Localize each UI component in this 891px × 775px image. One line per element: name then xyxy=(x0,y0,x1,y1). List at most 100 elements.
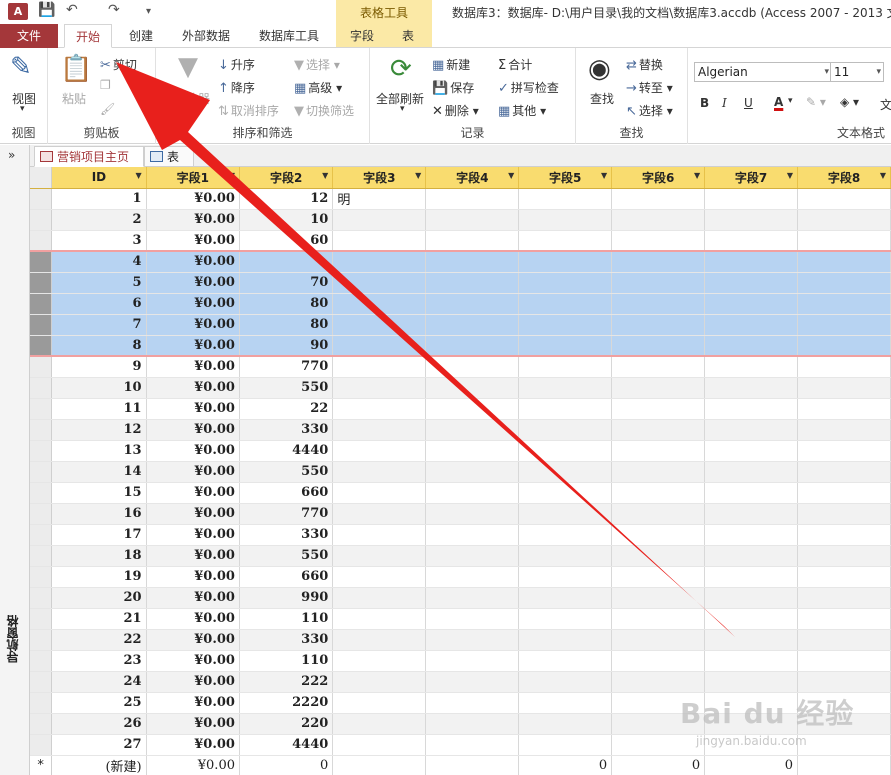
table-cell[interactable]: 2 xyxy=(51,209,147,231)
table-cell[interactable] xyxy=(425,545,520,567)
table-cell[interactable] xyxy=(704,335,799,357)
table-cell[interactable]: ¥0.00 xyxy=(146,272,240,294)
table-row[interactable]: 17 ¥0.00 330 xyxy=(30,524,891,546)
table-cell[interactable] xyxy=(518,398,613,420)
table-cell[interactable] xyxy=(332,755,427,775)
table-cell[interactable]: ¥0.00 xyxy=(146,692,240,714)
table-cell[interactable] xyxy=(611,272,706,294)
row-selector[interactable] xyxy=(30,461,53,483)
table-cell[interactable]: 60 xyxy=(239,230,334,252)
table-row[interactable]: 5 ¥0.00 70 xyxy=(30,272,891,294)
tab-file[interactable]: 文件 xyxy=(0,24,58,48)
font-size-select[interactable]: 11 ▾ xyxy=(830,62,884,82)
table-cell[interactable] xyxy=(797,335,891,357)
table-cell[interactable] xyxy=(611,377,706,399)
table-cell[interactable] xyxy=(797,524,891,546)
table-cell[interactable] xyxy=(518,440,613,462)
table-cell[interactable] xyxy=(797,587,891,609)
table-cell[interactable]: 1 xyxy=(51,188,147,210)
table-cell[interactable] xyxy=(425,440,520,462)
table-row[interactable]: 18 ¥0.00 550 xyxy=(30,545,891,567)
table-cell[interactable]: ¥0.00 xyxy=(146,608,240,630)
table-cell[interactable]: 2220 xyxy=(239,692,334,714)
table-cell[interactable]: 990 xyxy=(239,587,334,609)
nav-pane-label[interactable]: 导航窗格 xyxy=(4,615,28,663)
select-button[interactable]: ↖ 选择 ▾ xyxy=(626,102,673,119)
row-selector[interactable] xyxy=(30,440,53,462)
table-row[interactable]: 3 ¥0.00 60 xyxy=(30,230,891,252)
table-cell[interactable] xyxy=(704,356,799,378)
table-cell[interactable]: 5 xyxy=(51,272,147,294)
table-cell[interactable]: ¥0.00 xyxy=(146,398,240,420)
table-cell[interactable] xyxy=(425,419,520,441)
table-cell[interactable] xyxy=(518,461,613,483)
format-painter-icon[interactable]: 🖌 xyxy=(100,102,115,116)
more-button[interactable]: ▦ 其他 ▾ xyxy=(498,102,546,119)
table-cell[interactable] xyxy=(332,545,427,567)
table-cell[interactable]: 15 xyxy=(51,482,147,504)
chevron-down-icon[interactable]: ▾ xyxy=(788,96,793,106)
table-cell[interactable]: ¥0.00 xyxy=(146,314,240,336)
table-cell[interactable] xyxy=(611,566,706,588)
table-cell[interactable] xyxy=(704,230,799,252)
table-cell[interactable] xyxy=(518,524,613,546)
font-family-select[interactable]: Algerian ▾ xyxy=(694,62,832,82)
table-cell[interactable] xyxy=(611,545,706,567)
table-cell[interactable] xyxy=(518,650,613,672)
row-selector[interactable] xyxy=(30,608,53,630)
table-cell[interactable] xyxy=(332,250,427,273)
table-cell[interactable] xyxy=(425,272,520,294)
table-cell[interactable]: 14 xyxy=(51,461,147,483)
customize-toolbar-icon[interactable]: ▾ xyxy=(146,6,151,17)
table-cell[interactable] xyxy=(425,566,520,588)
table-row[interactable]: 12 ¥0.00 330 xyxy=(30,419,891,441)
table-row[interactable]: 24 ¥0.00 222 xyxy=(30,671,891,693)
table-cell[interactable] xyxy=(332,335,427,357)
table-cell[interactable]: 222 xyxy=(239,671,334,693)
table-cell[interactable] xyxy=(797,272,891,294)
table-cell[interactable]: 660 xyxy=(239,566,334,588)
column-dropdown-icon[interactable]: ▼ xyxy=(787,171,793,180)
table-cell[interactable] xyxy=(425,314,520,336)
tab-external-data[interactable]: 外部数据 xyxy=(172,24,240,48)
table-cell[interactable]: ¥0.00 xyxy=(146,482,240,504)
totals-button[interactable]: Σ 合计 xyxy=(498,56,532,73)
table-cell[interactable]: 22 xyxy=(51,629,147,651)
table-cell[interactable] xyxy=(332,419,427,441)
row-selector[interactable] xyxy=(30,209,53,231)
table-cell[interactable] xyxy=(704,314,799,336)
table-cell[interactable] xyxy=(518,503,613,525)
spelling-button[interactable]: ✓ 拼写检查 xyxy=(498,79,559,96)
table-cell[interactable] xyxy=(797,608,891,630)
row-selector[interactable] xyxy=(30,272,53,294)
table-row[interactable]: 2 ¥0.00 10 xyxy=(30,209,891,231)
table-cell[interactable] xyxy=(518,629,613,651)
table-cell[interactable] xyxy=(611,587,706,609)
row-selector[interactable] xyxy=(30,671,53,693)
column-dropdown-icon[interactable]: ▼ xyxy=(508,171,514,180)
table-cell[interactable] xyxy=(797,545,891,567)
table-row[interactable]: 19 ¥0.00 660 xyxy=(30,566,891,588)
table-cell[interactable] xyxy=(704,419,799,441)
table-cell[interactable] xyxy=(239,250,334,273)
table-cell[interactable] xyxy=(332,608,427,630)
table-cell[interactable]: 90 xyxy=(239,335,334,357)
table-cell[interactable]: 330 xyxy=(239,419,334,441)
table-cell[interactable] xyxy=(797,440,891,462)
column-dropdown-icon[interactable]: ▼ xyxy=(880,171,886,180)
table-cell[interactable] xyxy=(332,230,427,252)
table-cell[interactable]: ¥0.00 xyxy=(146,650,240,672)
row-selector[interactable] xyxy=(30,419,53,441)
table-cell[interactable] xyxy=(425,587,520,609)
column-header-field2[interactable]: 字段2 ▼ xyxy=(239,167,334,189)
nav-pane-toggle[interactable]: » xyxy=(8,148,15,162)
table-cell[interactable] xyxy=(425,692,520,714)
table-row[interactable]: 6 ¥0.00 80 xyxy=(30,293,891,315)
table-cell[interactable] xyxy=(704,482,799,504)
table-cell[interactable]: 4440 xyxy=(239,734,334,756)
table-cell[interactable] xyxy=(332,482,427,504)
table-cell[interactable]: 110 xyxy=(239,650,334,672)
table-row[interactable]: 23 ¥0.00 110 xyxy=(30,650,891,672)
table-cell[interactable] xyxy=(518,293,613,315)
table-cell[interactable] xyxy=(518,188,613,210)
